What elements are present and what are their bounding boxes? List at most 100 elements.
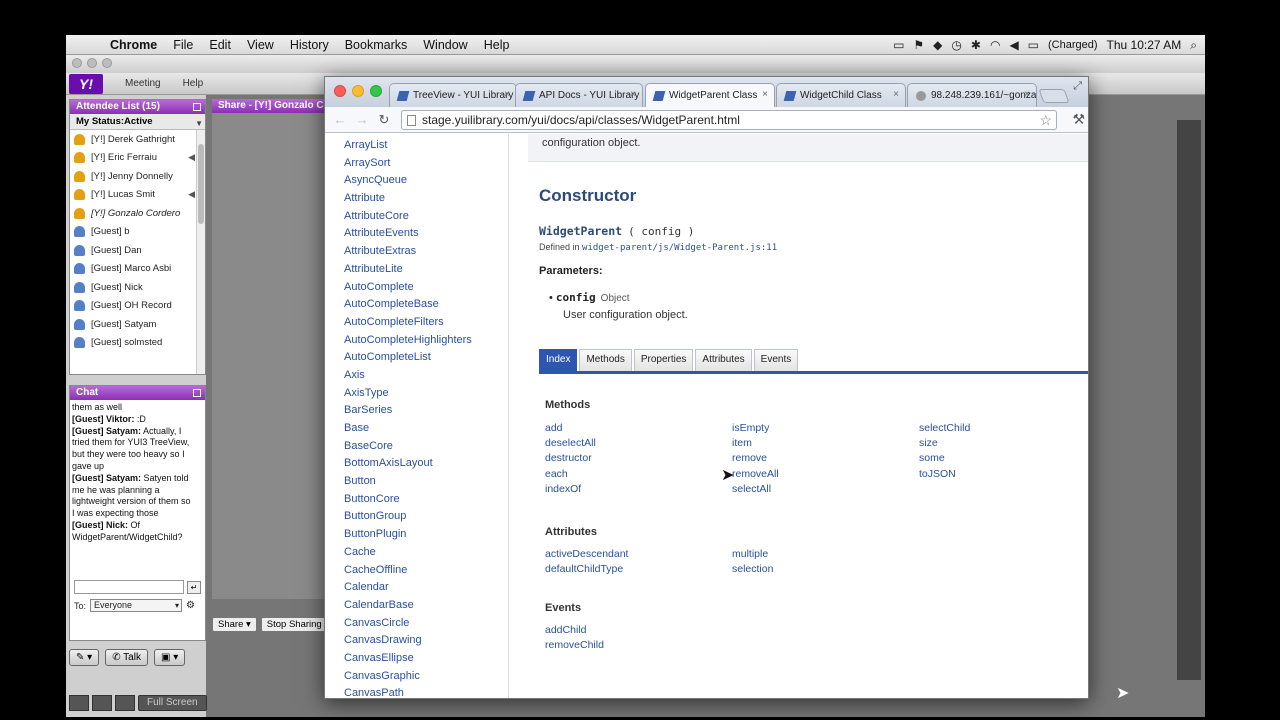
class-link[interactable]: CanvasPath bbox=[344, 687, 472, 698]
attendee-item[interactable]: [Guest] Marco Asbi bbox=[70, 260, 197, 279]
class-link[interactable]: AttributeCore bbox=[344, 210, 472, 228]
tab-widgetchild[interactable]: WidgetChild Class × bbox=[776, 83, 906, 107]
method-link[interactable]: indexOf bbox=[545, 483, 596, 498]
close-tab-icon[interactable]: × bbox=[630, 89, 636, 100]
method-link[interactable]: size bbox=[919, 437, 970, 452]
zoom-icon[interactable] bbox=[370, 85, 382, 97]
tab-index[interactable]: Index bbox=[539, 349, 578, 371]
tab-methods[interactable]: Methods bbox=[579, 349, 632, 371]
share-button[interactable]: Share ▾ bbox=[212, 617, 257, 632]
class-link[interactable]: AxisType bbox=[344, 387, 472, 405]
method-link[interactable]: toJSON bbox=[919, 468, 970, 483]
method-link[interactable]: removeAll bbox=[732, 468, 779, 483]
tab-treeview[interactable]: TreeView - YUI Library × bbox=[389, 83, 517, 107]
attribute-link[interactable]: selection bbox=[732, 563, 773, 578]
class-link[interactable]: Base bbox=[344, 422, 472, 440]
full-screen-button[interactable]: Full Screen bbox=[138, 695, 207, 711]
ym-menu-meeting[interactable]: Meeting bbox=[125, 78, 161, 89]
class-link[interactable]: ArraySort bbox=[344, 157, 472, 175]
class-link[interactable]: Calendar bbox=[344, 581, 472, 599]
class-link[interactable]: CanvasGraphic bbox=[344, 670, 472, 688]
class-link[interactable]: ButtonCore bbox=[344, 493, 472, 511]
class-link[interactable]: Button bbox=[344, 475, 472, 493]
my-status-select[interactable]: My Status:Active ▼ bbox=[70, 114, 205, 130]
method-link[interactable]: remove bbox=[732, 452, 779, 467]
volume-icon[interactable]: ◀ bbox=[1009, 38, 1018, 52]
view-medium-icon[interactable] bbox=[92, 695, 112, 711]
tab-attributes[interactable]: Attributes bbox=[695, 349, 752, 371]
class-link[interactable]: ButtonGroup bbox=[344, 510, 472, 528]
attribute-link[interactable]: activeDescendant bbox=[545, 548, 628, 563]
attendee-item[interactable]: [Y!] Jenny Donnelly bbox=[70, 167, 197, 186]
class-link[interactable]: Attribute bbox=[344, 192, 472, 210]
chat-input[interactable] bbox=[74, 580, 184, 594]
class-link[interactable]: BottomAxisLayout bbox=[344, 457, 472, 475]
tab-properties[interactable]: Properties bbox=[633, 349, 694, 371]
ym-zoom[interactable] bbox=[102, 58, 112, 68]
class-link[interactable]: ArrayList bbox=[344, 139, 472, 157]
menu-help[interactable]: Help bbox=[476, 38, 518, 52]
emoticon-button[interactable]: ✎ ▾ bbox=[69, 649, 100, 666]
class-link[interactable]: AttributeEvents bbox=[344, 227, 472, 245]
gear-icon[interactable]: ⚙ bbox=[186, 600, 195, 611]
attribute-link[interactable]: defaultChildType bbox=[545, 563, 628, 578]
talk-button[interactable]: ✆ Talk bbox=[105, 649, 148, 666]
class-link[interactable]: AttributeExtras bbox=[344, 245, 472, 263]
class-link[interactable]: CanvasEllipse bbox=[344, 652, 472, 670]
minimize-icon[interactable] bbox=[352, 85, 364, 97]
spotlight-icon[interactable]: ⌕ bbox=[1190, 38, 1197, 53]
method-link[interactable]: selectAll bbox=[732, 483, 779, 498]
display-icon[interactable]: ▭ bbox=[893, 38, 904, 52]
event-link[interactable]: addChild bbox=[545, 624, 604, 639]
class-link[interactable]: AutoCompleteFilters bbox=[344, 316, 472, 334]
method-link[interactable]: destructor bbox=[545, 452, 596, 467]
close-tab-icon[interactable]: × bbox=[1024, 89, 1030, 100]
method-link[interactable]: each bbox=[545, 468, 596, 483]
class-link[interactable]: BarSeries bbox=[344, 404, 472, 422]
view-small-icon[interactable] bbox=[69, 695, 89, 711]
attendee-item[interactable]: [Guest] b bbox=[70, 223, 197, 242]
class-link[interactable]: ButtonPlugin bbox=[344, 528, 472, 546]
class-link[interactable]: CanvasDrawing bbox=[344, 634, 472, 652]
class-link[interactable]: AsyncQueue bbox=[344, 174, 472, 192]
class-link[interactable]: Axis bbox=[344, 369, 472, 387]
menu-view[interactable]: View bbox=[239, 38, 282, 52]
defined-in-link[interactable]: widget-parent/js/Widget-Parent.js:11 bbox=[582, 243, 777, 253]
timemachine-icon[interactable]: ◷ bbox=[951, 38, 961, 52]
class-link[interactable]: AutoCompleteHighlighters bbox=[344, 334, 472, 352]
tab-local-server[interactable]: 98.248.239.161/~gonzalo × bbox=[907, 83, 1037, 107]
menu-edit[interactable]: Edit bbox=[201, 38, 239, 52]
flag-icon[interactable]: ⚑ bbox=[913, 38, 924, 52]
attendee-item[interactable]: [Guest] Dan bbox=[70, 241, 197, 260]
ym-close[interactable] bbox=[72, 58, 82, 68]
class-link[interactable]: AutoCompleteList bbox=[344, 351, 472, 369]
method-link[interactable]: selectChild bbox=[919, 422, 970, 437]
attendee-item[interactable]: [Y!] Eric Ferraiu ◀ bbox=[70, 149, 197, 168]
wrench-icon[interactable]: ⚒ bbox=[1072, 111, 1085, 128]
battery-status[interactable]: (Charged) bbox=[1048, 39, 1098, 51]
class-link[interactable]: CanvasCircle bbox=[344, 617, 472, 635]
view-large-icon[interactable] bbox=[115, 695, 135, 711]
class-link[interactable]: AutoComplete bbox=[344, 281, 472, 299]
method-link[interactable]: isEmpty bbox=[732, 422, 779, 437]
attribute-link[interactable]: multiple bbox=[732, 548, 773, 563]
close-tab-icon[interactable]: × bbox=[893, 89, 899, 100]
method-link[interactable]: deselectAll bbox=[545, 437, 596, 452]
attendee-item[interactable]: [Guest] Satyam bbox=[70, 315, 197, 334]
attendee-item[interactable]: [Y!] Lucas Smit ◀ bbox=[70, 186, 197, 205]
attendee-item[interactable]: [Guest] Nick bbox=[70, 278, 197, 297]
attendee-item[interactable]: [Y!] Gonzalo Cordero bbox=[70, 204, 197, 223]
attendee-item[interactable]: [Guest] OH Record bbox=[70, 297, 197, 316]
close-tab-icon[interactable]: × bbox=[762, 89, 768, 100]
address-bar[interactable]: stage.yuilibrary.com/yui/docs/api/classe… bbox=[401, 110, 1057, 130]
class-link[interactable]: BaseCore bbox=[344, 440, 472, 458]
bookmark-star-icon[interactable]: ☆ bbox=[1039, 111, 1052, 129]
class-link[interactable]: CalendarBase bbox=[344, 599, 472, 617]
tab-events[interactable]: Events bbox=[753, 349, 799, 371]
ym-minimize[interactable] bbox=[87, 58, 97, 68]
attendee-item[interactable]: [Guest] solmsted bbox=[70, 334, 197, 353]
back-icon[interactable]: ← bbox=[329, 112, 351, 127]
menu-app-name[interactable]: Chrome bbox=[102, 38, 165, 52]
class-link[interactable]: AttributeLite bbox=[344, 263, 472, 281]
close-tab-icon[interactable]: × bbox=[504, 89, 510, 100]
